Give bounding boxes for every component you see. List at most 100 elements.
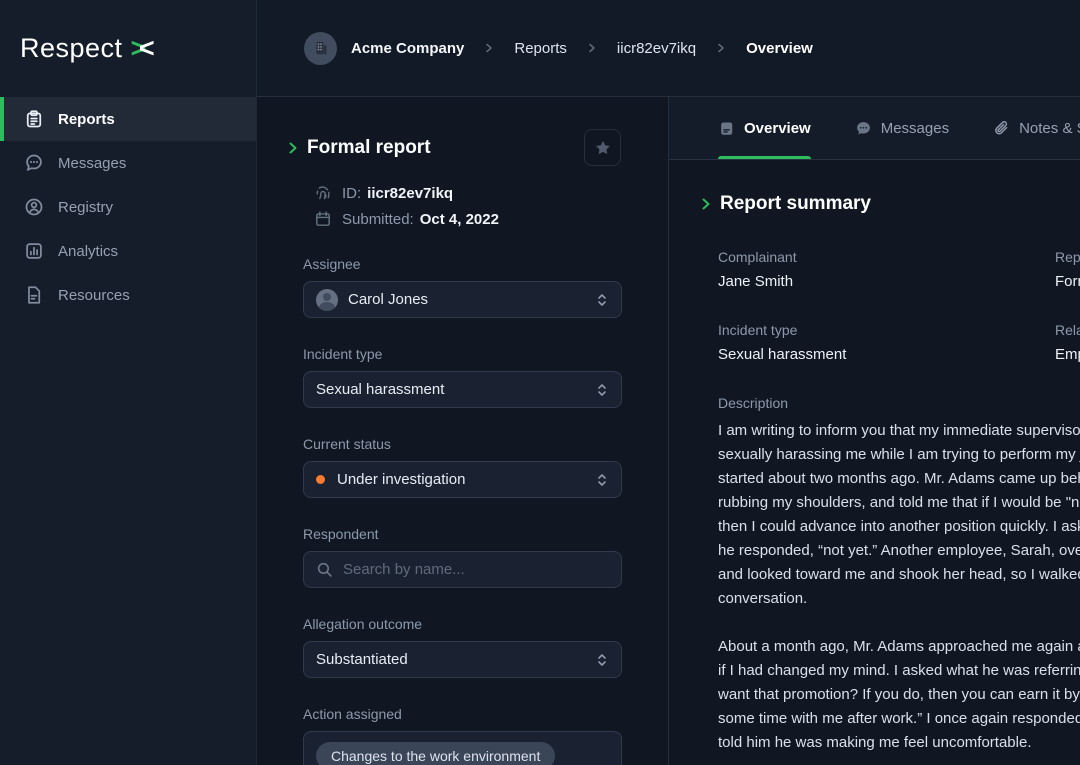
sidebar-item-resources[interactable]: Resources [0, 273, 256, 317]
search-icon [316, 561, 333, 578]
sidebar-item-label: Messages [58, 155, 126, 172]
assignee-value: Carol Jones [348, 291, 595, 308]
chevron-right-icon [716, 43, 726, 53]
status-dot-icon [316, 475, 325, 484]
incident-type-label: Incident type [718, 322, 1055, 338]
sidebar-item-messages[interactable]: Messages [0, 141, 256, 185]
bar-chart-icon [24, 241, 44, 261]
report-type-value: Formal [1055, 273, 1080, 290]
report-submitted-row: Submitted: Oct 4, 2022 [314, 210, 621, 228]
favorite-button[interactable] [584, 129, 621, 166]
sidebar: Respect > < Reports Messages [0, 0, 257, 765]
complainant-value: Jane Smith [718, 273, 1055, 290]
app-logo: Respect > < [0, 0, 256, 97]
tab-label: Notes & Statements [1019, 120, 1080, 137]
report-summary-section: Report summary Complainant Jane Smith Re… [669, 160, 1080, 755]
allegation-outcome-label: Allegation outcome [303, 616, 621, 632]
current-status-value: Under investigation [337, 471, 595, 488]
respondent-search[interactable] [303, 551, 622, 588]
current-status-select[interactable]: Under investigation [303, 461, 622, 498]
calendar-icon [314, 210, 332, 228]
chevron-up-down-icon [595, 382, 609, 398]
company-avatar [304, 32, 337, 65]
relationship-value: Employee [1055, 346, 1080, 363]
chevron-right-icon [484, 43, 494, 53]
chevron-right-icon[interactable] [700, 197, 712, 211]
tab-messages[interactable]: Messages [855, 97, 949, 159]
chat-bubble-icon [24, 153, 44, 173]
paperclip-icon [993, 120, 1010, 137]
report-type-field: Report type Formal [1055, 249, 1080, 290]
report-type-label: Report type [1055, 249, 1080, 265]
allegation-outcome-select[interactable]: Substantiated [303, 641, 622, 678]
tab-label: Messages [881, 120, 949, 137]
incident-type-label: Incident type [303, 346, 621, 362]
allegation-outcome-field: Allegation outcome Substantiated [303, 616, 621, 678]
chevron-up-down-icon [595, 472, 609, 488]
respondent-search-input[interactable] [343, 561, 609, 578]
sidebar-item-label: Analytics [58, 243, 118, 260]
respondent-field: Respondent [303, 526, 621, 588]
sidebar-item-label: Reports [58, 111, 115, 128]
description-text: About a month ago, Mr. Adams approached … [718, 635, 1080, 659]
incident-type-field: Incident type Sexual harassment [303, 346, 621, 408]
document-icon [24, 285, 44, 305]
relationship-label: Relationship [1055, 322, 1080, 338]
action-assigned-label: Action assigned [303, 706, 621, 722]
current-status-field: Current status Under investigation [303, 436, 621, 498]
sidebar-item-reports[interactable]: Reports [0, 97, 256, 141]
complainant-field: Complainant Jane Smith [718, 249, 1055, 290]
summary-fields: Complainant Jane Smith Report type Forma… [718, 249, 1080, 363]
chevron-up-down-icon [595, 652, 609, 668]
submitted-label: Submitted: [342, 211, 414, 228]
incident-type-select[interactable]: Sexual harassment [303, 371, 622, 408]
fingerprint-icon [314, 184, 332, 202]
summary-heading: Report summary [720, 193, 871, 215]
relationship-field: Relationship Employee [1055, 322, 1080, 363]
sidebar-item-label: Registry [58, 199, 113, 216]
sidebar-item-registry[interactable]: Registry [0, 185, 256, 229]
report-meta: ID: iicr82ev7ikq Submitted: Oct 4, 2022 [314, 184, 621, 228]
paragraph-gap [718, 611, 1080, 635]
user-circle-icon [24, 197, 44, 217]
breadcrumb-current: Overview [746, 40, 813, 57]
tab-label: Overview [744, 120, 811, 137]
description-label: Description [718, 395, 1080, 411]
current-status-label: Current status [303, 436, 621, 452]
incident-type-value: Sexual harassment [718, 346, 1055, 363]
report-id-row: ID: iicr82ev7ikq [314, 184, 621, 202]
assignee-field: Assignee Carol Jones [303, 256, 621, 318]
tabbar: Overview Messages Notes & Statements [669, 97, 1080, 160]
report-title: Formal report [307, 137, 584, 159]
assignee-label: Assignee [303, 256, 621, 272]
sidebar-item-label: Resources [58, 287, 130, 304]
report-id-label: ID: [342, 185, 361, 202]
topbar: Acme Company Reports iicr82ev7ikq Overvi… [257, 0, 1080, 97]
app-logo-text: Respect [20, 33, 123, 64]
chevron-right-icon [587, 43, 597, 53]
respondent-label: Respondent [303, 526, 621, 542]
action-assigned-field: Action assigned Changes to the work envi… [303, 706, 621, 765]
clipboard-icon [24, 109, 44, 129]
description-text: I am writing to inform you that my immed… [718, 419, 1080, 443]
building-icon [312, 39, 330, 57]
action-tag[interactable]: Changes to the work environment [316, 742, 555, 765]
incident-type-summary-field: Incident type Sexual harassment [718, 322, 1055, 363]
assignee-select[interactable]: Carol Jones [303, 281, 622, 318]
action-assigned-select[interactable]: Changes to the work environment Monitori… [303, 731, 622, 765]
breadcrumb-company[interactable]: Acme Company [351, 40, 464, 57]
report-detail-panel: Formal report ID: iicr82ev7ikq [257, 97, 669, 765]
star-icon [594, 139, 612, 157]
report-id-value: iicr82ev7ikq [367, 185, 453, 202]
incident-type-value: Sexual harassment [316, 381, 595, 398]
breadcrumb-reports[interactable]: Reports [514, 40, 567, 57]
chevron-up-down-icon [595, 292, 609, 308]
tab-notes-statements[interactable]: Notes & Statements [993, 97, 1080, 159]
complainant-label: Complainant [718, 249, 1055, 265]
sidebar-item-analytics[interactable]: Analytics [0, 229, 256, 273]
breadcrumb-report-id[interactable]: iicr82ev7ikq [617, 40, 696, 57]
tab-overview[interactable]: Overview [718, 97, 811, 159]
chat-bubble-icon [855, 120, 872, 137]
report-content-panel: Overview Messages Notes & Statements [669, 97, 1080, 765]
chevron-right-icon[interactable] [287, 141, 299, 155]
